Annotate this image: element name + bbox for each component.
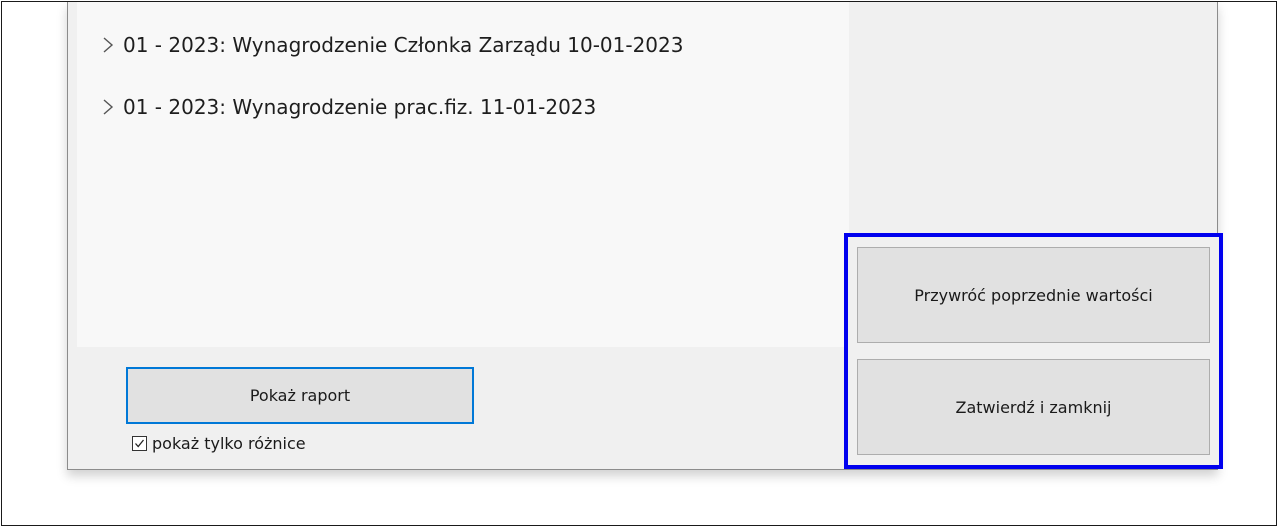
side-panel bbox=[849, 2, 1213, 227]
chevron-right-icon[interactable] bbox=[99, 30, 117, 60]
screenshot-frame: 01 - 2023: Wynagrodzenie Członka Zarządu… bbox=[1, 1, 1277, 526]
payroll-list-panel: 01 - 2023: Wynagrodzenie Członka Zarządu… bbox=[77, 2, 849, 347]
confirm-and-close-button[interactable]: Zatwierdź i zamknij bbox=[857, 359, 1210, 455]
checkmark-icon bbox=[135, 439, 145, 447]
list-item[interactable]: 01 - 2023: Wynagrodzenie prac.fiz. 11-01… bbox=[99, 92, 596, 122]
restore-previous-values-label: Przywróć poprzednie wartości bbox=[914, 285, 1153, 305]
restore-previous-values-button[interactable]: Przywróć poprzednie wartości bbox=[857, 247, 1210, 343]
dialog-window: 01 - 2023: Wynagrodzenie Członka Zarządu… bbox=[67, 2, 1223, 470]
show-only-differences-option[interactable]: pokaż tylko różnice bbox=[132, 432, 306, 454]
show-only-differences-checkbox[interactable] bbox=[132, 435, 147, 451]
list-item-label: 01 - 2023: Wynagrodzenie prac.fiz. 11-01… bbox=[123, 95, 597, 119]
show-only-differences-label: pokaż tylko różnice bbox=[152, 433, 306, 453]
show-report-label: Pokaż raport bbox=[249, 386, 351, 405]
list-item[interactable]: 01 - 2023: Wynagrodzenie Członka Zarządu… bbox=[99, 30, 683, 60]
list-item-label: 01 - 2023: Wynagrodzenie Członka Zarządu… bbox=[123, 33, 684, 57]
chevron-right-icon[interactable] bbox=[99, 92, 117, 122]
confirm-and-close-label: Zatwierdź i zamknij bbox=[955, 397, 1112, 417]
show-report-button[interactable]: Pokaż raport bbox=[126, 367, 474, 424]
